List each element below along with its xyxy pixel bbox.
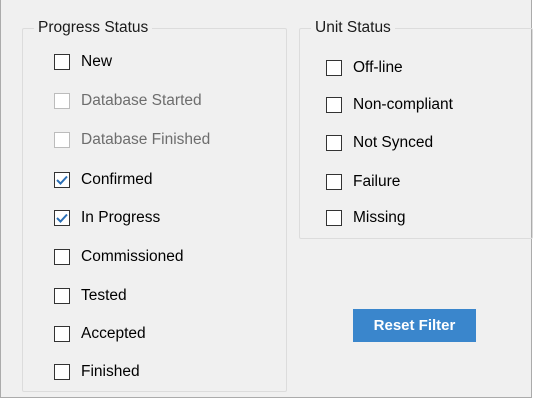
checkbox-box[interactable] [326,210,342,226]
checkbox-finished[interactable]: Finished [54,361,140,383]
checkbox-label: Off-line [353,59,403,76]
checkbox-box[interactable] [326,60,342,76]
checkbox-box[interactable] [54,326,70,342]
checkbox-box[interactable] [54,54,70,70]
checkbox-non-compliant[interactable]: Non-compliant [326,94,453,116]
checkbox-box[interactable] [54,210,70,226]
reset-filter-button[interactable]: Reset Filter [353,309,476,342]
checkbox-not-synced[interactable]: Not Synced [326,132,433,154]
checkbox-box[interactable] [54,364,70,380]
checkbox-label: Non-compliant [353,96,453,113]
checkbox-label: Tested [81,287,127,304]
checkbox-label: Finished [81,363,140,380]
unit-status-title: Unit Status [311,18,395,38]
checkbox-off-line[interactable]: Off-line [326,57,403,79]
filter-panel: Progress Status New Database Started Dat… [0,0,533,398]
checkbox-label: In Progress [81,209,161,226]
checkbox-commissioned[interactable]: Commissioned [54,246,184,268]
checkbox-box[interactable] [54,172,70,188]
checkbox-label: Failure [353,173,401,190]
checkbox-in-progress[interactable]: In Progress [54,207,160,229]
checkbox-label: Accepted [81,325,146,342]
checkbox-box[interactable] [54,132,70,148]
checkbox-new[interactable]: New [54,51,112,73]
checkbox-confirmed[interactable]: Confirmed [54,169,153,191]
checkbox-label: Database Started [81,92,202,109]
checkbox-label: Database Finished [81,131,211,148]
checkbox-box[interactable] [326,174,342,190]
checkmark-icon [56,213,68,223]
checkbox-box[interactable] [326,135,342,151]
progress-status-group: Progress Status New Database Started Dat… [22,18,287,392]
checkbox-accepted[interactable]: Accepted [54,323,146,345]
checkbox-label: Not Synced [353,134,434,151]
checkbox-failure[interactable]: Failure [326,171,400,193]
checkbox-database-finished[interactable]: Database Finished [54,129,210,151]
checkbox-label: New [81,53,113,70]
checkbox-label: Missing [353,209,406,226]
checkbox-label: Confirmed [81,171,153,188]
checkbox-box[interactable] [326,97,342,113]
checkbox-tested[interactable]: Tested [54,285,127,307]
checkbox-label: Commissioned [81,248,184,265]
checkbox-box[interactable] [54,249,70,265]
checkbox-database-started[interactable]: Database Started [54,90,202,112]
unit-status-group: Unit Status Off-line Non-compliant Not S… [299,18,533,239]
checkmark-icon [56,175,68,185]
checkbox-missing[interactable]: Missing [326,207,406,229]
checkbox-box[interactable] [54,93,70,109]
progress-status-title: Progress Status [34,18,153,38]
checkbox-box[interactable] [54,288,70,304]
